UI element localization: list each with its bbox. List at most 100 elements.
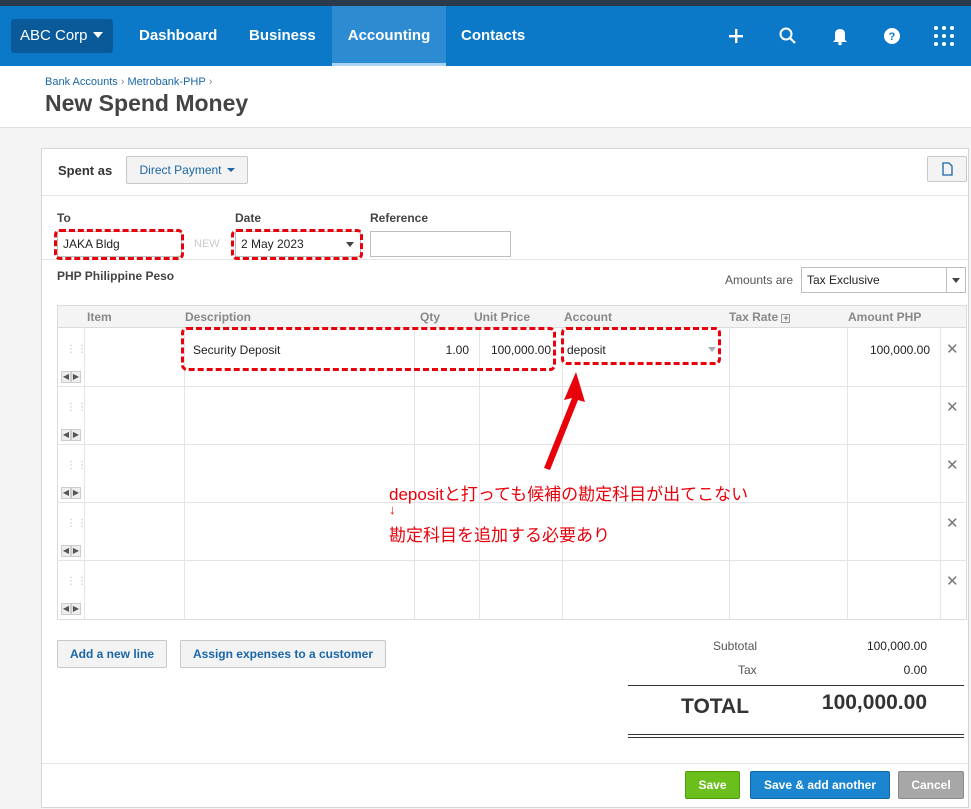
row-divider xyxy=(58,560,966,561)
bell-icon[interactable] xyxy=(826,22,854,50)
breadcrumb-metrobank[interactable]: Metrobank-PHP xyxy=(127,76,205,88)
expand-icon[interactable]: + xyxy=(781,314,791,323)
delete-row-icon[interactable]: ✕ xyxy=(946,572,959,590)
arrow-right-icon[interactable]: ▶ xyxy=(71,371,81,383)
reference-label: Reference xyxy=(370,211,429,225)
date-label: Date xyxy=(235,211,262,225)
select-divider xyxy=(946,268,947,292)
amounts-are-label: Amounts are xyxy=(725,273,794,287)
new-contact-badge[interactable]: NEW xyxy=(194,238,220,250)
arrow-left-icon[interactable]: ◀ xyxy=(61,487,71,499)
tax-label: Tax xyxy=(738,663,757,677)
row-scroll-arrows[interactable]: ◀ ▶ xyxy=(61,487,81,499)
spent-as-value: Direct Payment xyxy=(139,163,222,177)
chevron-down-icon[interactable] xyxy=(952,278,960,283)
currency-label: PHP Philippine Peso xyxy=(57,269,175,283)
col-unit-price: Unit Price xyxy=(474,310,531,324)
spent-as-label: Spent as xyxy=(58,163,113,178)
cancel-button[interactable]: Cancel xyxy=(898,771,964,799)
add-new-line-button[interactable]: Add a new line xyxy=(57,640,167,668)
col-tax-rate-label: Tax Rate xyxy=(729,310,779,324)
arrow-right-icon[interactable]: ▶ xyxy=(71,603,81,615)
assign-expenses-button[interactable]: Assign expenses to a customer xyxy=(180,640,386,668)
annotation-line-1: depositと打っても候補の勘定科目が出てこない xyxy=(389,485,749,504)
drag-handle-icon[interactable]: ⋮⋮ xyxy=(66,519,87,529)
help-icon[interactable]: ? xyxy=(878,22,906,50)
totals-rule xyxy=(628,737,964,738)
drag-handle-icon[interactable]: ⋮⋮ xyxy=(66,461,87,471)
drag-handle-icon[interactable]: ⋮⋮ xyxy=(66,403,87,413)
apps-grid-icon[interactable] xyxy=(930,22,958,50)
arrow-right-icon[interactable]: ▶ xyxy=(71,429,81,441)
highlight-to-field xyxy=(54,229,184,260)
divider xyxy=(42,195,968,196)
row-scroll-arrows[interactable]: ◀ ▶ xyxy=(61,603,81,615)
arrow-left-icon[interactable]: ◀ xyxy=(61,603,71,615)
save-and-add-button[interactable]: Save & add another xyxy=(750,771,890,799)
breadcrumb-separator: › xyxy=(120,76,125,88)
page-title: New Spend Money xyxy=(45,90,249,116)
arrow-right-icon[interactable]: ▶ xyxy=(71,545,81,557)
highlight-line-item xyxy=(181,327,556,371)
total-value: 100,000.00 xyxy=(821,691,927,714)
divider xyxy=(42,763,968,764)
col-account: Account xyxy=(564,310,612,324)
annotation-line-2: 勘定科目を追加する必要あり xyxy=(389,526,610,545)
page-header: Bank Accounts › Metrobank-PHP › New Spend M… xyxy=(0,66,971,128)
col-divider xyxy=(729,328,730,619)
spent-as-dropdown[interactable]: Direct Payment xyxy=(126,156,248,184)
col-divider xyxy=(479,328,480,619)
row-scroll-arrows[interactable]: ◀ ▶ xyxy=(61,429,81,441)
nav-dashboard[interactable]: Dashboard xyxy=(139,6,217,66)
row-scroll-arrows[interactable]: ◀ ▶ xyxy=(61,371,81,383)
col-item: Item xyxy=(87,310,112,324)
row-scroll-arrows[interactable]: ◀ ▶ xyxy=(61,545,81,557)
col-divider xyxy=(184,328,185,619)
org-switcher-button[interactable]: ABC Corp xyxy=(11,19,113,53)
nav-business[interactable]: Business xyxy=(249,6,316,66)
breadcrumb-separator: › xyxy=(208,76,213,88)
highlight-date-field xyxy=(231,229,363,260)
copy-button[interactable] xyxy=(927,156,967,182)
arrow-left-icon[interactable]: ◀ xyxy=(61,371,71,383)
breadcrumb: Bank Accounts › Metrobank-PHP › xyxy=(45,76,215,88)
save-button[interactable]: Save xyxy=(685,771,740,799)
delete-row-icon[interactable]: ✕ xyxy=(946,456,959,474)
arrow-left-icon[interactable]: ◀ xyxy=(61,429,71,441)
col-tax-rate[interactable]: Tax Rate + xyxy=(729,310,791,324)
totals-rule xyxy=(628,734,964,735)
annotation-arrow: ↓ xyxy=(389,502,396,517)
total-label: TOTAL xyxy=(681,695,750,718)
chevron-down-icon xyxy=(226,168,235,172)
chevron-down-icon xyxy=(92,32,103,38)
plus-icon[interactable] xyxy=(722,22,750,50)
amounts-are-select[interactable]: Tax Exclusive xyxy=(801,267,966,293)
copy-icon xyxy=(942,162,953,176)
subtotal-value: 100,000.00 xyxy=(866,639,927,653)
delete-row-icon[interactable]: ✕ xyxy=(946,398,959,416)
col-divider xyxy=(940,328,941,619)
drag-handle-icon[interactable]: ⋮⋮ xyxy=(66,577,87,587)
reference-input[interactable] xyxy=(370,231,511,257)
col-divider xyxy=(847,328,848,619)
col-description: Description xyxy=(185,310,252,324)
top-nav: ABC Corp Dashboard Business Accounting C… xyxy=(0,6,971,66)
arrow-right-icon[interactable]: ▶ xyxy=(71,487,81,499)
delete-row-icon[interactable]: ✕ xyxy=(946,340,959,358)
arrow-up-icon xyxy=(544,372,585,470)
org-name: ABC Corp xyxy=(20,27,88,44)
drag-handle-icon[interactable]: ⋮⋮ xyxy=(66,345,87,355)
col-divider xyxy=(414,328,415,619)
totals-rule xyxy=(628,685,964,686)
cell-amount: 100,000.00 xyxy=(869,343,930,357)
nav-contacts[interactable]: Contacts xyxy=(461,6,525,66)
breadcrumb-bank-accounts[interactable]: Bank Accounts xyxy=(45,76,118,88)
search-icon[interactable] xyxy=(774,22,802,50)
subtotal-label: Subtotal xyxy=(713,639,758,653)
delete-row-icon[interactable]: ✕ xyxy=(946,514,959,532)
row-divider xyxy=(58,444,966,445)
arrow-left-icon[interactable]: ◀ xyxy=(61,545,71,557)
col-amount: Amount PHP xyxy=(848,310,922,324)
nav-accounting[interactable]: Accounting xyxy=(332,6,446,66)
tax-value: 0.00 xyxy=(903,663,927,677)
